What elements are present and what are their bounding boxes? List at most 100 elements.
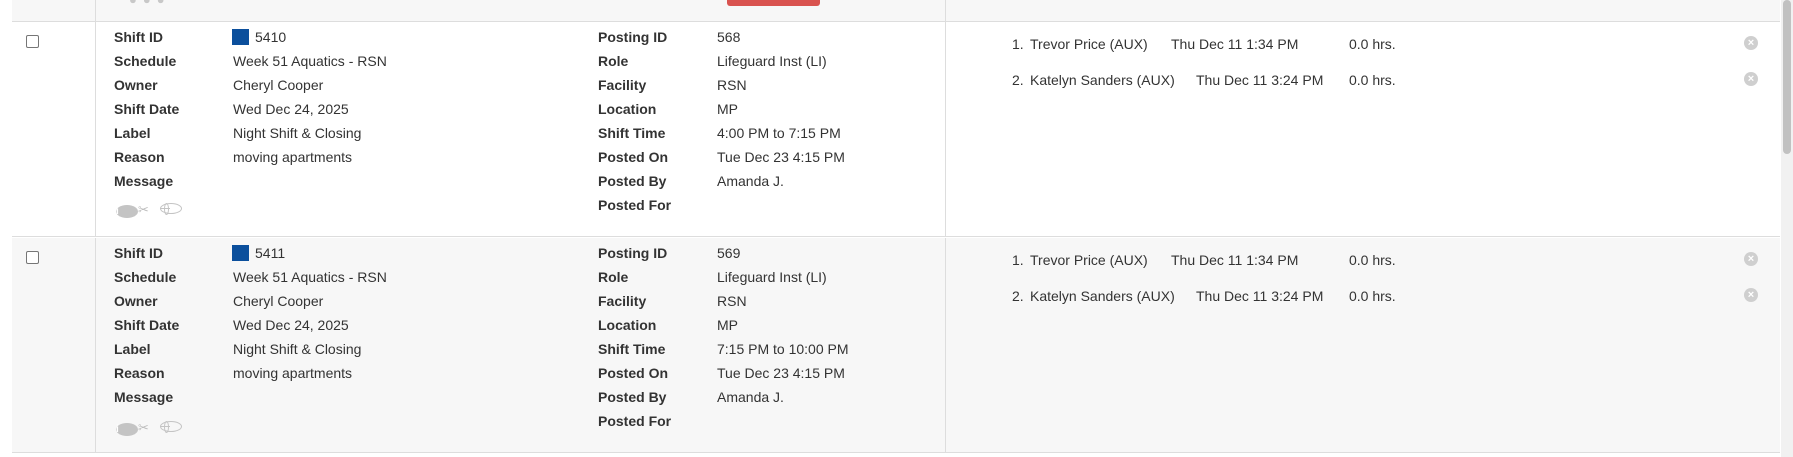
posting-id-label: Posting ID (598, 29, 668, 45)
location-value: MP (717, 317, 738, 333)
scrollbar-thumb[interactable] (1783, 0, 1791, 154)
request-name[interactable]: Katelyn Sanders (AUX) (1030, 70, 1175, 90)
location-value: MP (717, 101, 738, 117)
column-divider (945, 238, 946, 452)
request-name[interactable]: Trevor Price (AUX) (1030, 250, 1148, 270)
request-number: 1. (1012, 36, 1024, 52)
label-value: Night Shift & Closing (233, 125, 362, 141)
posted-by-value: Amanda J. (717, 173, 784, 189)
select-checkbox[interactable] (26, 35, 39, 48)
schedule-value: Week 51 Aquatics - RSN (233, 269, 387, 285)
posting-id-value: 569 (717, 245, 741, 261)
label-label: Label (114, 125, 151, 141)
schedule-label: Schedule (114, 53, 177, 69)
posted-by-label: Posted By (598, 389, 667, 405)
facility-label: Facility (598, 77, 647, 93)
request-name[interactable]: Trevor Price (AUX) (1030, 34, 1148, 54)
message-label: Message (114, 389, 174, 405)
remove-request-icon[interactable]: × (1744, 252, 1758, 266)
shift-date-label: Shift Date (114, 317, 180, 333)
label-value: Night Shift & Closing (233, 341, 362, 357)
request-hours: 0.0 hrs. (1349, 288, 1396, 304)
shift-date-value: Wed Dec 24, 2025 (233, 101, 349, 117)
owner-value: Cheryl Cooper (233, 293, 324, 309)
row-actions: i ✂ (116, 202, 182, 218)
facility-value: RSN (717, 293, 747, 309)
location-label: Location (598, 101, 657, 117)
request-time: Thu Dec 11 3:24 PM (1196, 72, 1324, 88)
info-icon[interactable]: i (116, 423, 138, 436)
request-number: 1. (1012, 252, 1024, 268)
request-time: Thu Dec 11 1:34 PM (1171, 36, 1299, 52)
posted-on-value: Tue Dec 23 4:15 PM (717, 365, 845, 381)
owner-label: Owner (114, 77, 158, 93)
column-divider (95, 0, 96, 21)
role-value: Lifeguard Inst (LI) (717, 269, 827, 285)
shift-date-label: Shift Date (114, 101, 180, 117)
role-label: Role (598, 53, 629, 69)
row-actions: i ✂ (116, 420, 182, 436)
request-hours: 0.0 hrs. (1349, 252, 1396, 268)
schedule-label: Schedule (114, 269, 177, 285)
reason-value: moving apartments (233, 365, 353, 381)
shift-id-value: 5411 (255, 245, 286, 261)
shift-time-label: Shift Time (598, 341, 666, 357)
posted-by-label: Posted By (598, 173, 667, 189)
column-divider (945, 22, 946, 236)
owner-value: Cheryl Cooper (233, 77, 324, 93)
request-time: Thu Dec 11 3:24 PM (1196, 288, 1324, 304)
remove-request-icon[interactable]: × (1744, 36, 1758, 50)
posted-on-label: Posted On (598, 149, 669, 165)
column-divider (95, 22, 96, 236)
shift-id-value: 5410 (255, 29, 287, 45)
request-name[interactable]: Katelyn Sanders (AUX) (1030, 286, 1175, 306)
posted-by-value: Amanda J. (717, 389, 784, 405)
posted-for-label: Posted For (598, 197, 672, 213)
role-label: Role (598, 269, 629, 285)
request-time: Thu Dec 11 1:34 PM (1171, 252, 1299, 268)
color-swatch (232, 245, 249, 261)
label-label: Label (114, 341, 151, 357)
column-divider (945, 0, 946, 21)
scissors-icon[interactable]: ✂ (138, 202, 160, 218)
message-label: Message (114, 173, 174, 189)
role-value: Lifeguard Inst (LI) (717, 53, 827, 69)
select-checkbox[interactable] (26, 251, 39, 264)
posting-id-value: 568 (717, 29, 741, 45)
shift-time-label: Shift Time (598, 125, 666, 141)
column-divider (95, 238, 96, 452)
vertical-scrollbar[interactable] (1781, 0, 1793, 457)
reason-label: Reason (114, 149, 165, 165)
request-number: 2. (1012, 72, 1024, 88)
request-hours: 0.0 hrs. (1349, 72, 1396, 88)
owner-label: Owner (114, 293, 158, 309)
location-label: Location (598, 317, 657, 333)
shift-time-value: 4:00 PM to 7:15 PM (717, 125, 841, 141)
scissors-icon[interactable]: ✂ (138, 420, 160, 436)
color-swatch (232, 29, 249, 45)
shift-row: Shift ID 5410 Schedule Week 51 Aquatics … (12, 22, 1780, 237)
shift-id-label: Shift ID (114, 29, 163, 45)
request-number: 2. (1012, 288, 1024, 304)
facility-value: RSN (717, 77, 747, 93)
facility-label: Facility (598, 293, 647, 309)
posted-on-value: Tue Dec 23 4:15 PM (717, 149, 845, 165)
action-button[interactable] (727, 0, 820, 6)
remove-request-icon[interactable]: × (1744, 288, 1758, 302)
reason-label: Reason (114, 365, 165, 381)
schedule-value: Week 51 Aquatics - RSN (233, 53, 387, 69)
posting-id-label: Posting ID (598, 245, 668, 261)
shift-date-value: Wed Dec 24, 2025 (233, 317, 349, 333)
remove-request-icon[interactable]: × (1744, 72, 1758, 86)
posted-on-label: Posted On (598, 365, 669, 381)
shift-id-label: Shift ID (114, 245, 163, 261)
request-hours: 0.0 hrs. (1349, 36, 1396, 52)
globe-icon[interactable] (160, 421, 182, 433)
previous-row-icons: ●●● (129, 0, 171, 7)
shift-time-value: 7:15 PM to 10:00 PM (717, 341, 849, 357)
shift-row: Shift ID 5411 Schedule Week 51 Aquatics … (12, 238, 1780, 453)
previous-row-edge: ●●● (12, 0, 1780, 22)
posted-for-label: Posted For (598, 413, 672, 429)
globe-icon[interactable] (160, 203, 182, 215)
info-icon[interactable]: i (116, 205, 138, 218)
